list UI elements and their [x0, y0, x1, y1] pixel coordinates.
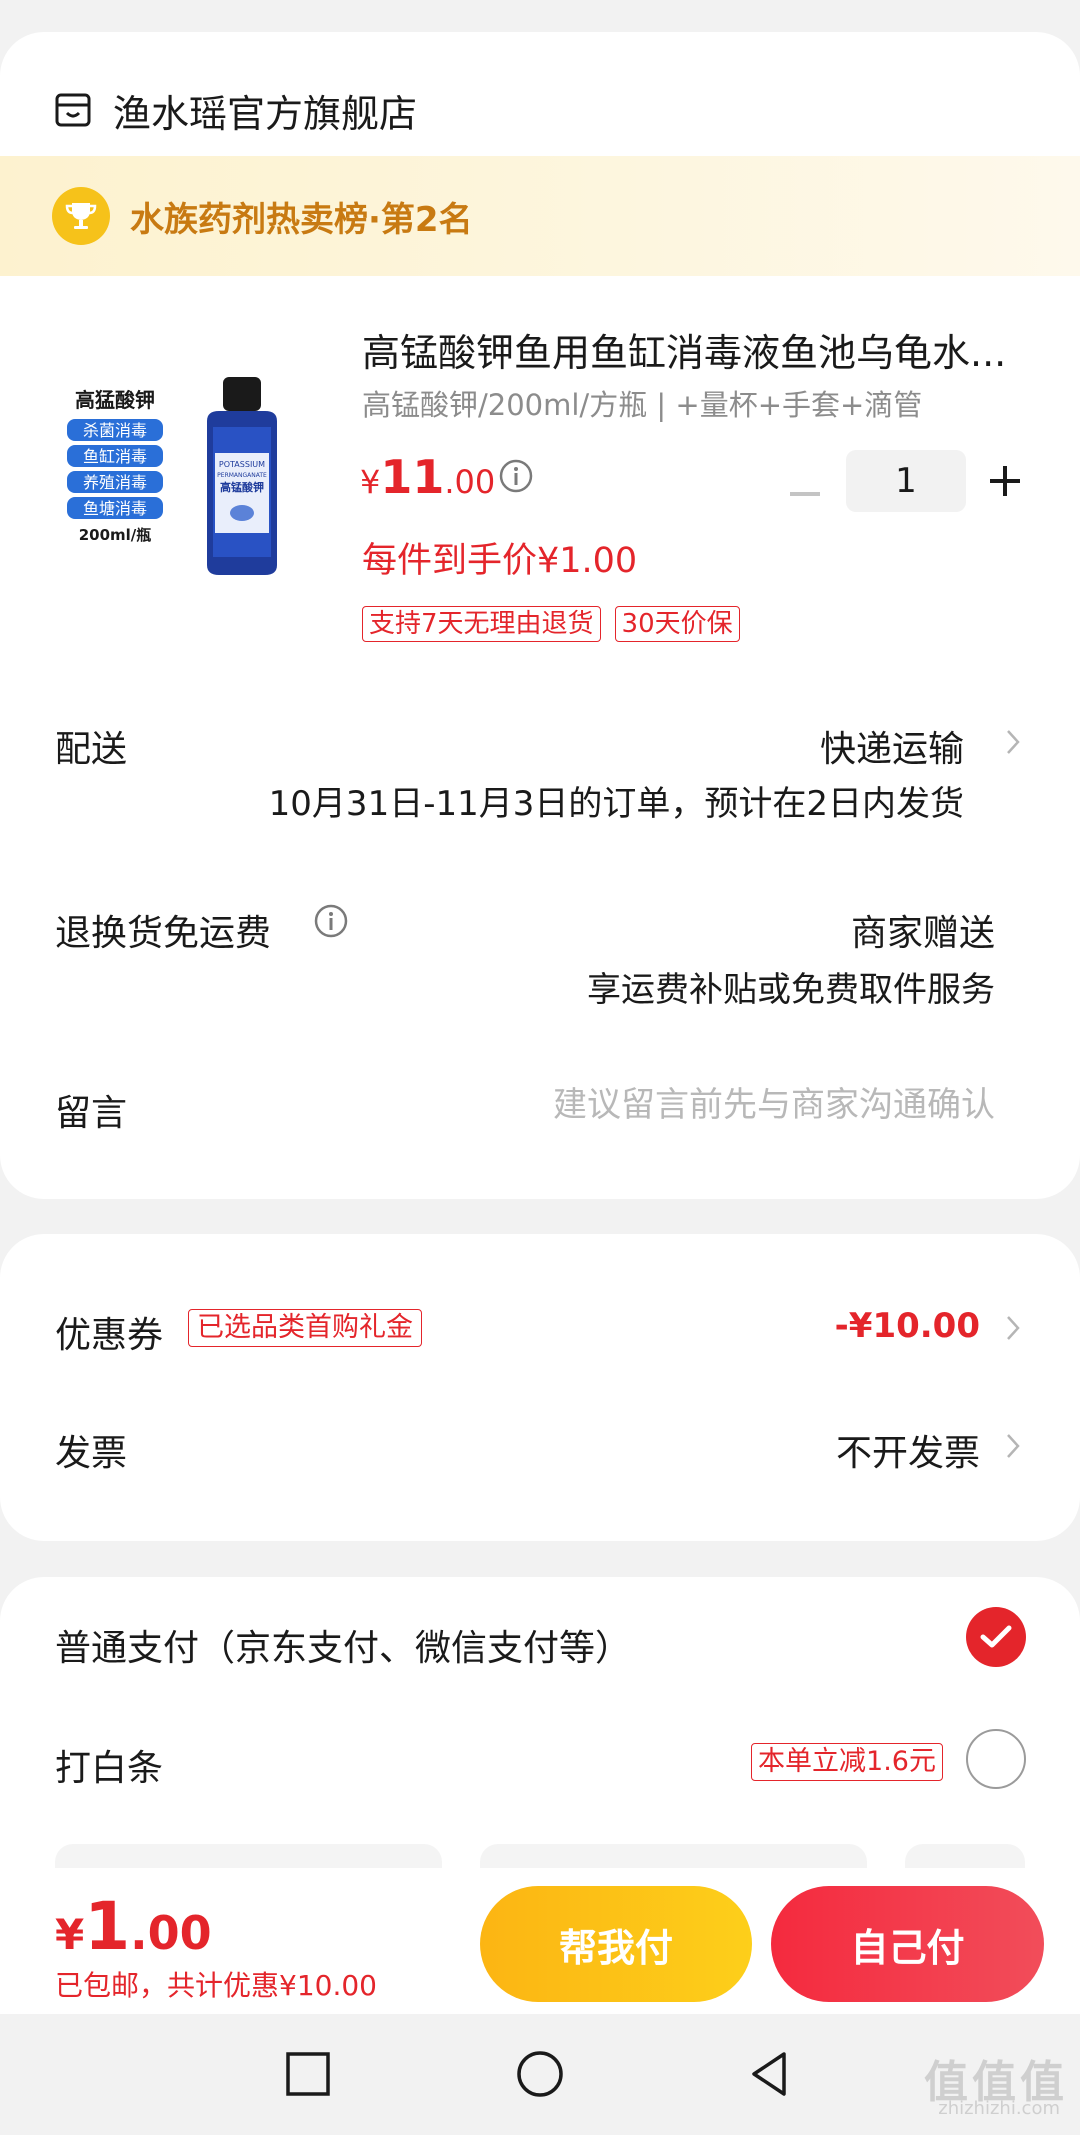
chevron-right-icon[interactable]	[1006, 1315, 1020, 1341]
invoice-label: 发票	[55, 1433, 128, 1474]
trophy-icon	[52, 187, 110, 245]
price-info-icon[interactable]	[498, 458, 534, 494]
product-spec[interactable]: 高锰酸钾/200ml/方瓶 | +量杯+手套+滴管	[362, 382, 922, 424]
total-decimal: .00	[130, 1906, 212, 1960]
product-image-volume: 200ml/瓶	[79, 526, 152, 544]
message-input[interactable]	[435, 1080, 995, 1130]
product-price: ¥ 11 .00	[360, 450, 495, 520]
service-tag: 支持7天无理由退货	[362, 606, 601, 642]
total-symbol: ¥	[55, 1910, 85, 1959]
quantity-decrease-button[interactable]	[790, 492, 820, 496]
price-integer: 11	[380, 450, 445, 504]
product-title[interactable]: 高锰酸钾鱼用鱼缸消毒液鱼池乌龟水...	[362, 322, 1032, 377]
store-icon	[55, 93, 91, 127]
rank-banner[interactable]: 水族药剂热卖榜·第2名	[0, 156, 1080, 276]
returns-value: 商家赠送	[850, 913, 995, 954]
help-pay-button[interactable]: 帮我付	[480, 1886, 752, 2002]
message-label: 留言	[55, 1093, 128, 1134]
product-image-badge-3: 养殖消毒	[83, 473, 147, 492]
returns-note: 享运费补贴或免费取件服务	[587, 970, 995, 1010]
checkout-bar: ¥ 1 .00 已包邮，共计优惠¥10.00 帮我付 自己付	[0, 1868, 1080, 2014]
watermark-url: zhizhizhi.com	[938, 2098, 1060, 2119]
product-image-bottle-text-2: PERMANGANATE	[217, 472, 267, 479]
recent-apps-icon[interactable]	[280, 2046, 336, 2102]
service-tags: 支持7天无理由退货 30天价保	[362, 606, 754, 642]
service-tag: 30天价保	[614, 606, 740, 642]
product-image-badge-1: 杀菌消毒	[83, 421, 147, 440]
shipping-method[interactable]: 快递运输	[820, 720, 964, 772]
chevron-right-icon[interactable]	[1006, 729, 1020, 755]
each-price: 每件到手价¥1.00	[362, 541, 638, 581]
system-nav-bar	[0, 2014, 1080, 2135]
total-discount-text: 共计优惠¥10.00	[167, 1969, 377, 2002]
product-image-name: 高猛酸钾	[75, 388, 155, 412]
baitiao-payment-label[interactable]: 打白条	[55, 1739, 163, 1791]
baitiao-discount-tag: 本单立减1.6元	[751, 1743, 943, 1781]
coupon-card: 优惠券 已选品类首购礼金 -¥10.00 发票 不开发票	[0, 1234, 1080, 1541]
self-pay-button[interactable]: 自己付	[771, 1886, 1044, 2002]
product-image-bottle-text-3: 高锰酸钾	[220, 480, 264, 494]
returns-label: 退换货免运费	[55, 913, 272, 954]
normal-payment-label[interactable]: 普通支付（京东支付、微信支付等）	[55, 1619, 631, 1671]
price-decimal: .00	[444, 463, 496, 501]
total-note: 已包邮，共计优惠¥10.00	[55, 1964, 377, 2004]
price-symbol: ¥	[360, 463, 381, 501]
home-icon[interactable]	[512, 2046, 568, 2102]
invoice-value[interactable]: 不开发票	[836, 1424, 980, 1476]
total-integer: 1	[84, 1888, 131, 1965]
coupon-tag: 已选品类首购礼金	[188, 1309, 422, 1347]
returns-info-icon[interactable]	[313, 903, 349, 939]
product-image-bottle-text-1: POTASSIUM	[219, 460, 265, 469]
product-image-badge-4: 鱼塘消毒	[83, 499, 147, 518]
rank-text: 水族药剂热卖榜·第2名	[130, 199, 473, 240]
coupon-value[interactable]: -¥10.00	[835, 1306, 980, 1346]
shipping-note: 10月31日-11月3日的订单，预计在2日内发货	[268, 784, 964, 824]
quantity-value[interactable]: 1	[846, 450, 966, 512]
checkmark-icon[interactable]	[966, 1607, 1026, 1667]
store-header[interactable]: 渔水瑶官方旗舰店	[55, 70, 417, 150]
product-image[interactable]: 高猛酸钾 杀菌消毒 鱼缸消毒 养殖消毒 鱼塘消毒 200ml/瓶 POTASSI…	[55, 357, 315, 617]
free-shipping-text: 已包邮，	[55, 1969, 168, 2002]
back-icon[interactable]	[742, 2046, 798, 2102]
store-name: 渔水瑶官方旗舰店	[113, 91, 418, 136]
chevron-right-icon[interactable]	[1006, 1433, 1020, 1459]
shipping-label: 配送	[55, 729, 128, 770]
product-image-badge-2: 鱼缸消毒	[83, 447, 147, 466]
order-store-card: 渔水瑶官方旗舰店 水族药剂热卖榜·第2名 高猛酸钾 杀菌消毒 鱼缸消毒 养殖消毒…	[0, 32, 1080, 1199]
baitiao-radio[interactable]	[966, 1729, 1026, 1789]
quantity-increase-button[interactable]	[988, 464, 1022, 498]
total-price: ¥ 1 .00	[55, 1888, 212, 1965]
coupon-label: 优惠券	[55, 1315, 164, 1356]
